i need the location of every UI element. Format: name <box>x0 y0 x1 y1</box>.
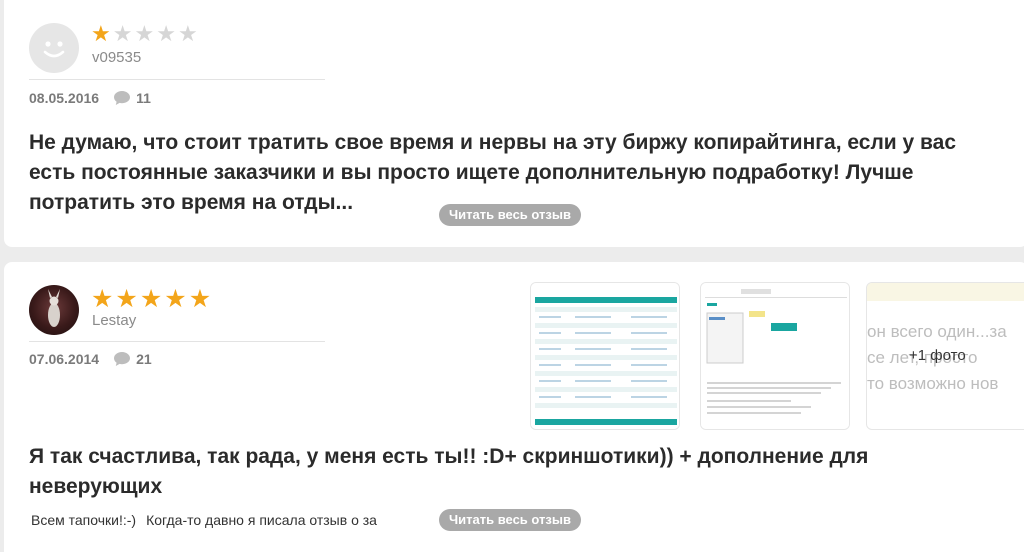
star-icon: ★ <box>91 284 114 313</box>
review-snippet: Когда-то давно я писала отзыв о за <box>146 512 377 528</box>
comments-link[interactable]: 11 <box>113 90 151 106</box>
review-first-line: Всем тапочки!:-) <box>31 512 137 528</box>
read-full-review-button[interactable]: Читать весь отзыв <box>439 509 581 531</box>
review-subtext: Всем тапочки!:-) Когда-то давно я писала … <box>31 512 416 528</box>
avatar-photo-icon <box>48 289 60 327</box>
star-icon: ★ <box>91 22 111 47</box>
divider <box>29 79 325 80</box>
avatar[interactable] <box>29 285 79 335</box>
photo-thumbnail[interactable] <box>700 282 850 430</box>
rating-stars: ★ ★ ★ ★ ★ <box>91 286 211 311</box>
read-full-review-button[interactable]: Читать весь отзыв <box>439 204 581 226</box>
smiley-icon <box>43 41 65 58</box>
form-screenshot-icon <box>701 283 849 429</box>
review-date: 08.05.2016 <box>29 90 100 106</box>
star-icon: ★ <box>188 284 212 313</box>
review-card: ★ ★ ★ ★ ★ v09535 08.05.2016 11 Не думаю,… <box>4 0 1024 247</box>
star-icon: ★ <box>115 284 138 313</box>
review-date: 07.06.2014 <box>29 351 100 367</box>
comment-count: 21 <box>136 351 152 367</box>
star-icon: ★ <box>134 22 155 47</box>
star-icon: ★ <box>177 22 198 47</box>
comment-bubble-icon <box>114 352 131 366</box>
review-text[interactable]: Я так счастлива, так рада, у меня есть т… <box>29 442 989 502</box>
photo-thumbnail[interactable] <box>530 282 680 430</box>
photo-thumbnail-more[interactable]: он всего один...за се лет, просто то воз… <box>866 282 1024 430</box>
review-card: ★ ★ ★ ★ ★ Lestay 07.06.2014 21 он всего … <box>4 262 1024 552</box>
star-icon: ★ <box>112 22 133 47</box>
star-icon: ★ <box>164 284 187 313</box>
star-icon: ★ <box>139 284 163 313</box>
star-icon: ★ <box>156 22 176 47</box>
review-meta: 08.05.2016 11 <box>29 90 151 106</box>
comments-link[interactable]: 21 <box>113 351 152 367</box>
divider <box>29 341 325 342</box>
rating-stars: ★ ★ ★ ★ ★ <box>91 24 198 46</box>
table-screenshot-icon <box>531 283 679 429</box>
avatar[interactable] <box>29 23 79 73</box>
more-photos-label: +1 фото <box>909 347 966 364</box>
username[interactable]: v09535 <box>92 49 141 66</box>
username[interactable]: Lestay <box>92 312 136 329</box>
comment-count: 11 <box>136 90 151 106</box>
review-meta: 07.06.2014 21 <box>29 351 152 367</box>
comment-bubble-icon <box>114 91 131 105</box>
